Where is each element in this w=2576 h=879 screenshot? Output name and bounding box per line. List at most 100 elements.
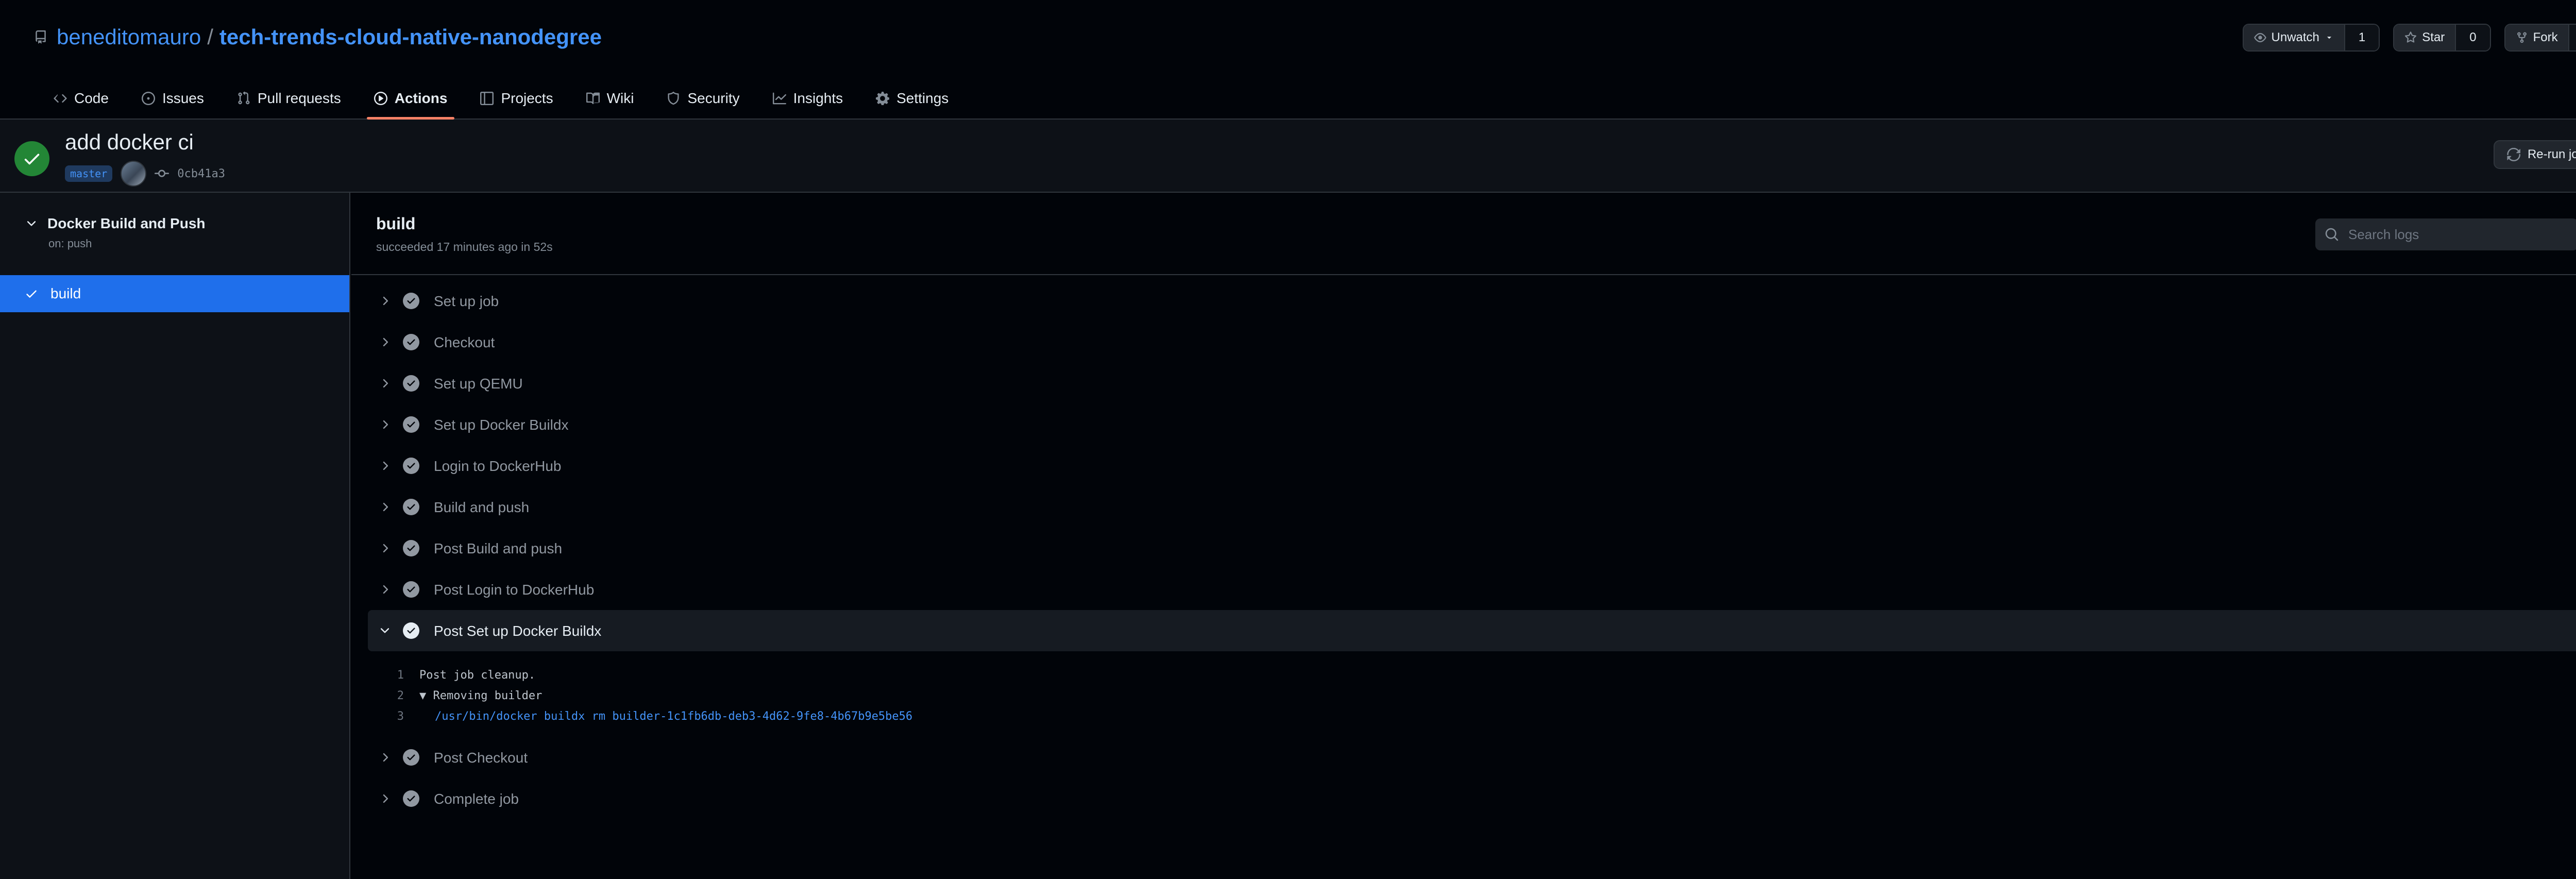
- star-icon: [2404, 31, 2417, 44]
- log-line[interactable]: 3 /usr/bin/docker buildx rm builder-1c1f…: [368, 706, 2576, 726]
- step-row[interactable]: Complete job 0s: [368, 778, 2576, 819]
- chevron-right-icon: [378, 377, 392, 390]
- log-line-number[interactable]: 2: [368, 689, 419, 702]
- workflow-name: Docker Build and Push: [47, 215, 206, 231]
- sidebar-item-build[interactable]: build: [0, 275, 349, 312]
- star-group: Star 0: [2393, 24, 2491, 52]
- log-line[interactable]: 2 ▼ Removing builder: [368, 685, 2576, 706]
- repo-header: beneditomauro / tech-trends-cloud-native…: [0, 0, 2576, 120]
- tab-label: Actions: [394, 90, 448, 106]
- star-button[interactable]: Star: [2394, 25, 2455, 50]
- step-row[interactable]: Login to DockerHub 1s: [368, 445, 2576, 486]
- success-check-icon: [14, 141, 49, 176]
- pull-request-icon: [237, 92, 250, 105]
- chevron-right-icon: [378, 583, 392, 596]
- tab-security[interactable]: Security: [650, 77, 756, 120]
- step-success-icon: [403, 540, 419, 556]
- tab-wiki[interactable]: Wiki: [570, 77, 651, 120]
- run-title: add docker ci: [65, 130, 194, 154]
- tab-settings[interactable]: Settings: [859, 77, 965, 120]
- chevron-right-icon: [378, 500, 392, 514]
- check-icon: [25, 287, 38, 300]
- run-meta: master 0cb41a3: [65, 161, 225, 187]
- tab-label: Insights: [793, 90, 843, 106]
- chevron-down-icon: [378, 624, 392, 637]
- log-group-toggle[interactable]: ▼ Removing builder: [419, 689, 542, 702]
- log-line-command: /usr/bin/docker buildx rm builder-1c1fb6…: [435, 709, 913, 723]
- chevron-right-icon: [378, 542, 392, 555]
- search-logs-input[interactable]: [2348, 226, 2565, 243]
- step-success-icon: [403, 499, 419, 515]
- fork-icon: [2516, 31, 2528, 44]
- shield-icon: [667, 92, 680, 105]
- tab-actions[interactable]: Actions: [358, 77, 464, 120]
- tab-code[interactable]: Code: [37, 77, 125, 120]
- step-log: 1 Post job cleanup. 2 ▼ Removing builder…: [368, 651, 2576, 737]
- chevron-right-icon: [378, 459, 392, 472]
- step-name: Post Set up Docker Buildx: [434, 623, 602, 639]
- fork-button[interactable]: Fork: [2505, 25, 2568, 50]
- tab-label: Issues: [162, 90, 204, 106]
- step-name: Post Login to DockerHub: [434, 582, 595, 598]
- log-line-number[interactable]: 1: [368, 669, 419, 682]
- step-row-expanded[interactable]: Post Set up Docker Buildx 1s: [368, 610, 2576, 651]
- book-icon: [586, 92, 600, 105]
- repo-tabs: Code Issues Pull requests Actions Projec…: [37, 77, 965, 120]
- tab-label: Pull requests: [257, 90, 341, 106]
- play-icon: [374, 92, 387, 105]
- step-success-icon: [403, 749, 419, 766]
- run-summary: add docker ci master 0cb41a3 Re-run jobs: [0, 120, 2576, 193]
- commit-sha-link[interactable]: 0cb41a3: [177, 167, 225, 180]
- chevron-right-icon: [378, 751, 392, 764]
- log-line-text: Post job cleanup.: [419, 668, 536, 682]
- branch-label[interactable]: master: [65, 165, 113, 182]
- step-name: Set up job: [434, 293, 499, 309]
- caret-down-icon: [2325, 33, 2334, 42]
- repo-owner-link[interactable]: beneditomauro: [57, 25, 201, 49]
- tab-issues[interactable]: Issues: [125, 77, 221, 120]
- log-line[interactable]: 1 Post job cleanup.: [368, 665, 2576, 685]
- log-line-number[interactable]: 3: [368, 710, 419, 723]
- step-name: Post Checkout: [434, 750, 528, 766]
- workflow-header[interactable]: Docker Build and Push on: push: [25, 215, 206, 250]
- step-row[interactable]: Build and push 34s: [368, 486, 2576, 528]
- tab-label: Security: [687, 90, 740, 106]
- rerun-jobs-button[interactable]: Re-run jobs: [2493, 140, 2576, 169]
- chevron-down-icon: [25, 217, 38, 230]
- repo-title: beneditomauro / tech-trends-cloud-native…: [34, 23, 602, 52]
- tab-pull-requests[interactable]: Pull requests: [221, 77, 358, 120]
- job-header: build succeeded 17 minutes ago in 52s: [351, 193, 2576, 275]
- unwatch-button[interactable]: Unwatch: [2243, 25, 2344, 50]
- step-row[interactable]: Set up QEMU 4s: [368, 363, 2576, 404]
- avatar[interactable]: [121, 161, 147, 187]
- tab-label: Settings: [896, 90, 949, 106]
- step-row[interactable]: Set up job 4s: [368, 280, 2576, 322]
- workflow-sidebar: Docker Build and Push on: push build: [0, 193, 350, 879]
- step-row[interactable]: Post Build and push 0s: [368, 528, 2576, 569]
- step-success-icon: [403, 375, 419, 392]
- tab-projects[interactable]: Projects: [464, 77, 569, 120]
- watch-count[interactable]: 1: [2344, 25, 2379, 50]
- search-logs-field[interactable]: [2315, 218, 2576, 250]
- chevron-right-icon: [378, 418, 392, 431]
- step-row[interactable]: Checkout 1s: [368, 322, 2576, 363]
- step-success-icon: [403, 416, 419, 433]
- step-name: Complete job: [434, 791, 519, 807]
- issue-icon: [141, 92, 155, 105]
- step-name: Post Build and push: [434, 540, 563, 556]
- star-count[interactable]: 0: [2455, 25, 2490, 50]
- fork-count[interactable]: 0: [2568, 25, 2576, 50]
- repo-separator: /: [207, 25, 213, 49]
- gear-icon: [876, 92, 890, 105]
- sidebar-item-label: build: [50, 285, 81, 301]
- step-row[interactable]: Set up Docker Buildx 7s: [368, 404, 2576, 445]
- search-icon: [2325, 227, 2339, 242]
- repo-name-link[interactable]: tech-trends-cloud-native-nanodegree: [219, 25, 602, 49]
- star-label: Star: [2422, 30, 2445, 44]
- workflow-trigger: on: push: [48, 237, 92, 250]
- step-row[interactable]: Post Login to DockerHub 0s: [368, 569, 2576, 610]
- step-row[interactable]: Post Checkout 0s: [368, 737, 2576, 778]
- commit-icon: [155, 166, 170, 181]
- graph-icon: [772, 92, 786, 105]
- tab-insights[interactable]: Insights: [756, 77, 860, 120]
